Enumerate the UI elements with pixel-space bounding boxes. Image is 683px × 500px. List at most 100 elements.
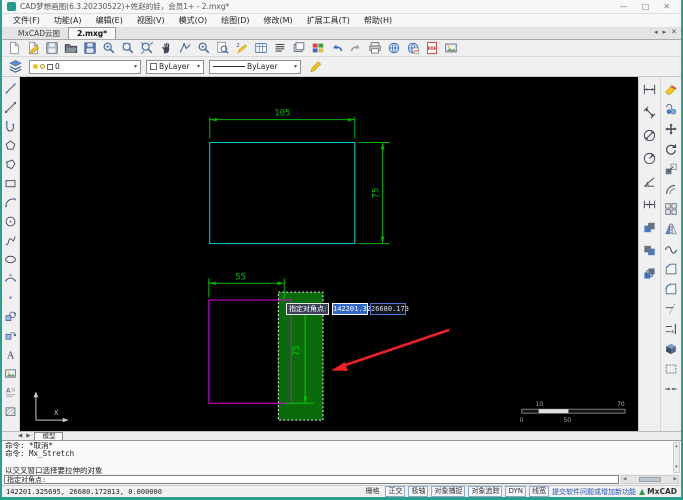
save-button[interactable] <box>42 40 61 56</box>
layer-manager-button[interactable] <box>6 59 24 75</box>
rotate-button[interactable] <box>663 141 680 157</box>
web-chart-button[interactable] <box>403 40 422 56</box>
status-toggle-osnap[interactable]: 对象捕捉 <box>431 486 466 497</box>
scroll-thumb[interactable] <box>639 477 661 482</box>
circle-button[interactable] <box>3 213 19 229</box>
command-input[interactable]: 指定对角点: <box>4 475 619 484</box>
menu-item-8[interactable]: 帮助(H) <box>357 14 399 28</box>
web-publish-button[interactable] <box>384 40 403 56</box>
zoom-dynamic-button[interactable] <box>99 40 118 56</box>
fillet-button[interactable] <box>663 281 680 297</box>
boundary-button[interactable] <box>663 361 680 377</box>
minimize-icon[interactable]: — <box>620 0 628 14</box>
cyan-rectangle[interactable] <box>209 141 356 245</box>
menu-item-6[interactable]: 修改(M) <box>257 14 300 28</box>
explode-button[interactable] <box>663 341 680 357</box>
feedback-link[interactable]: 提交软件问题或增加新功能 <box>552 487 636 497</box>
block-insert-button[interactable] <box>3 308 19 324</box>
pdf-export-button[interactable]: PDF <box>422 40 441 56</box>
menu-item-7[interactable]: 扩展工具(T) <box>300 14 357 28</box>
menu-item-1[interactable]: 功能(A) <box>47 14 89 28</box>
zoom-circle-button[interactable] <box>194 40 213 56</box>
tab-current-drawing[interactable]: 2.mxg* <box>68 27 117 39</box>
open-edit-button[interactable] <box>23 40 42 56</box>
scroll-up-icon[interactable]: ▲ <box>675 443 678 451</box>
block-create-button[interactable] <box>3 327 19 343</box>
command-scrollbar[interactable]: ▲ ▼ <box>673 442 680 473</box>
text-lines-button[interactable] <box>270 40 289 56</box>
draw-line-button[interactable] <box>3 80 19 96</box>
find-button[interactable] <box>213 40 232 56</box>
polygon-button[interactable] <box>3 137 19 153</box>
status-toggle-polar[interactable]: 极轴 <box>408 486 429 497</box>
dim-aligned-button[interactable] <box>641 104 659 121</box>
hatch-button[interactable] <box>3 403 19 419</box>
offset-button[interactable] <box>663 181 680 197</box>
ellipse-button[interactable] <box>3 251 19 267</box>
tab-prev-icon[interactable]: ◂ <box>654 28 658 37</box>
insert-picture-button[interactable] <box>3 365 19 381</box>
scroll-down-icon[interactable]: ▼ <box>675 464 678 472</box>
zoom-extents-button[interactable] <box>137 40 156 56</box>
menu-item-3[interactable]: 视图(V) <box>130 14 172 28</box>
dim-angular-button[interactable] <box>641 173 659 190</box>
polyline-button[interactable] <box>3 118 19 134</box>
dim-linear-button[interactable] <box>641 81 659 98</box>
menu-item-0[interactable]: 文件(F) <box>6 14 47 28</box>
status-toggle-lineweight[interactable]: 线宽 <box>529 486 549 497</box>
new-file-button[interactable] <box>4 40 23 56</box>
undo-button[interactable] <box>327 40 346 56</box>
menu-item-5[interactable]: 绘图(D) <box>214 14 256 28</box>
dim-continue-button[interactable] <box>641 196 659 213</box>
dyn-x-input[interactable]: 142201.326 <box>332 303 375 315</box>
status-toggle-dyn[interactable]: DYN <box>505 486 526 497</box>
blocks-a-button[interactable] <box>641 219 659 236</box>
rectangle-button[interactable] <box>3 175 19 191</box>
save-as-button[interactable] <box>80 40 99 56</box>
drawing-canvas[interactable]: 105 75 55 75 X 10 70 0 50 指定对角点: 142201.… <box>20 77 638 431</box>
tab-next-icon[interactable]: ▸ <box>663 28 667 37</box>
command-history[interactable]: 命令: *取消* 命令: Mx_Stretch 以交叉窗口选择要拉伸的对象 ▲ ▼ <box>2 440 681 474</box>
move-button[interactable] <box>663 121 680 137</box>
trim-button[interactable] <box>663 301 680 317</box>
erase-button[interactable] <box>663 81 680 97</box>
tab-mxcad-cloud[interactable]: MxCAD云图 <box>10 28 68 39</box>
array-button[interactable] <box>663 201 680 217</box>
polygon-irregular-button[interactable] <box>3 156 19 172</box>
status-toggle-ortho[interactable]: 正交 <box>385 486 406 497</box>
draw-pencil-button[interactable] <box>306 59 324 75</box>
text-button[interactable]: A <box>3 346 19 362</box>
pan-button[interactable] <box>156 40 175 56</box>
redo-button[interactable] <box>346 40 365 56</box>
dim-55[interactable] <box>208 278 285 300</box>
dim-radius-button[interactable] <box>641 150 659 167</box>
command-hscrollbar[interactable]: ◀ ▶ <box>621 475 679 484</box>
table-button[interactable] <box>251 40 270 56</box>
status-toggle-grid[interactable]: 栅格 <box>362 486 382 497</box>
blocks-b-button[interactable] <box>641 242 659 259</box>
open-folder-button[interactable] <box>61 40 80 56</box>
layout-next-icon[interactable]: ▶ <box>26 433 30 439</box>
color-dropdown[interactable]: ByLayer ▾ <box>146 59 204 74</box>
scroll-left-icon[interactable]: ◀ <box>623 477 626 482</box>
linetype-dropdown[interactable]: ByLayer ▾ <box>209 59 301 74</box>
arc-button[interactable] <box>3 194 19 210</box>
arc-3point-button[interactable] <box>3 270 19 286</box>
zoom-window-button[interactable] <box>118 40 137 56</box>
dim-diameter-button[interactable] <box>641 127 659 144</box>
mtext-button[interactable]: A <box>3 384 19 400</box>
menu-item-4[interactable]: 模式(O) <box>172 14 215 28</box>
scale-button[interactable] <box>663 161 680 177</box>
tab-close-icon[interactable]: ✕ <box>671 28 677 37</box>
sketch-button[interactable]: 2 <box>232 40 251 56</box>
construction-line-button[interactable] <box>3 99 19 115</box>
scroll-right-icon[interactable]: ▶ <box>674 477 677 482</box>
copy-object-button[interactable] <box>663 101 680 117</box>
chamfer-button[interactable] <box>663 261 680 277</box>
extend-button[interactable] <box>663 321 680 337</box>
palette-button[interactable] <box>308 40 327 56</box>
snap-angle-button[interactable] <box>175 40 194 56</box>
blocks-c-button[interactable] <box>641 265 659 282</box>
mirror-button[interactable] <box>663 221 680 237</box>
point-button[interactable] <box>3 289 19 305</box>
